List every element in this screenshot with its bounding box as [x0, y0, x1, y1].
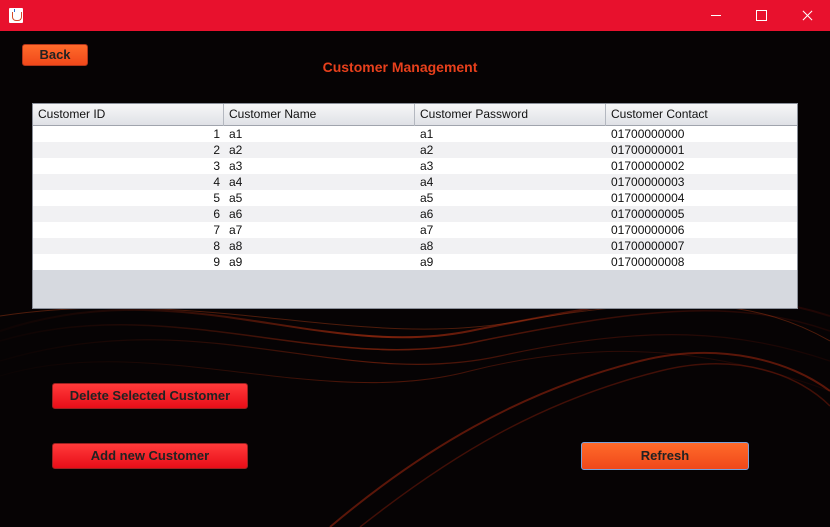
table-row[interactable]: 6 a6 a6 01700000005	[33, 206, 797, 222]
column-header-name[interactable]: Customer Name	[224, 104, 415, 126]
cell-id: 6	[213, 207, 220, 221]
cell-password: a4	[420, 175, 434, 189]
java-cup-icon	[9, 8, 23, 23]
cell-id: 2	[213, 143, 220, 157]
cell-contact: 01700000003	[611, 175, 685, 189]
table-row[interactable]: 7 a7 a7 01700000006	[33, 222, 797, 238]
refresh-button[interactable]: Refresh	[581, 442, 749, 470]
close-icon[interactable]	[784, 0, 830, 31]
column-header-contact[interactable]: Customer Contact	[606, 104, 797, 126]
cell-name: a6	[229, 207, 243, 221]
table-header: Customer ID Customer Name Customer Passw…	[33, 104, 797, 126]
table-row[interactable]: 4 a4 a4 01700000003	[33, 174, 797, 190]
cell-contact: 01700000006	[611, 223, 685, 237]
cell-id: 9	[213, 255, 220, 269]
maximize-icon[interactable]	[738, 0, 784, 31]
cell-contact: 01700000005	[611, 207, 685, 221]
cell-id: 8	[213, 239, 220, 253]
table-row[interactable]: 1 a1 a1 01700000000	[33, 126, 797, 142]
column-header-id[interactable]: Customer ID	[33, 104, 224, 126]
cell-name: a9	[229, 255, 243, 269]
add-customer-button[interactable]: Add new Customer	[52, 443, 248, 469]
minimize-icon[interactable]	[693, 0, 739, 31]
cell-password: a7	[420, 223, 434, 237]
table-row[interactable]: 8 a8 a8 01700000007	[33, 238, 797, 254]
cell-contact: 01700000000	[611, 127, 685, 141]
cell-contact: 01700000002	[611, 159, 685, 173]
cell-name: a5	[229, 191, 243, 205]
delete-customer-button[interactable]: Delete Selected Customer	[52, 383, 248, 409]
cell-name: a4	[229, 175, 243, 189]
cell-id: 4	[213, 175, 220, 189]
cell-id: 3	[213, 159, 220, 173]
cell-id: 7	[213, 223, 220, 237]
page-title: Customer Management	[322, 59, 478, 75]
cell-name: a8	[229, 239, 243, 253]
table-row[interactable]: 2 a2 a2 01700000001	[33, 142, 797, 158]
table-row[interactable]: 5 a5 a5 01700000004	[33, 190, 797, 206]
cell-name: a2	[229, 143, 243, 157]
table-row[interactable]: 9 a9 a9 01700000008	[33, 254, 797, 270]
cell-contact: 01700000004	[611, 191, 685, 205]
cell-id: 1	[213, 127, 220, 141]
cell-password: a3	[420, 159, 434, 173]
cell-id: 5	[213, 191, 220, 205]
cell-name: a7	[229, 223, 243, 237]
table-body: 1 a1 a1 01700000000 2 a2 a2 01700000001 …	[33, 126, 797, 270]
cell-password: a1	[420, 127, 434, 141]
table-row[interactable]: 3 a3 a3 01700000002	[33, 158, 797, 174]
cell-password: a8	[420, 239, 434, 253]
cell-password: a6	[420, 207, 434, 221]
cell-name: a3	[229, 159, 243, 173]
cell-contact: 01700000008	[611, 255, 685, 269]
cell-contact: 01700000001	[611, 143, 685, 157]
customer-table[interactable]: Customer ID Customer Name Customer Passw…	[32, 103, 798, 309]
cell-password: a5	[420, 191, 434, 205]
cell-name: a1	[229, 127, 243, 141]
cell-contact: 01700000007	[611, 239, 685, 253]
cell-password: a9	[420, 255, 434, 269]
title-bar	[0, 0, 830, 31]
column-header-password[interactable]: Customer Password	[415, 104, 606, 126]
cell-password: a2	[420, 143, 434, 157]
main-panel: Back Customer Management Customer ID Cus…	[0, 31, 830, 527]
